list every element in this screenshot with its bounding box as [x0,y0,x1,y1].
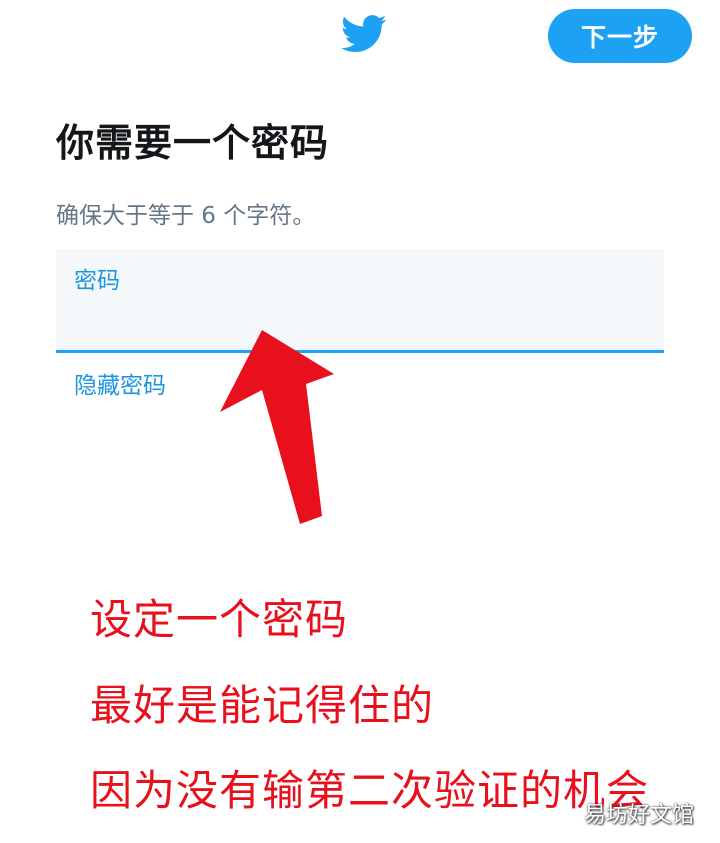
page-title: 你需要一个密码 [56,121,330,165]
password-label: 密码 [74,268,120,294]
annotation-line-2: 最好是能记得住的 [90,681,435,730]
password-field[interactable]: 密码 [56,249,664,353]
twitter-bird-icon [341,15,387,52]
subtitle: 确保大于等于 6 个字符。 [56,203,316,229]
red-arrow-up-icon [220,330,334,524]
watermark: 易坊好文馆 [583,803,694,828]
annotation-line-1: 设定一个密码 [90,595,349,644]
next-button[interactable]: 下一步 [548,9,692,63]
annotation-line-3: 因为没有输第二次验证的机会 [90,766,650,815]
hide-password-link[interactable]: 隐藏密码 [74,366,166,400]
password-input[interactable] [72,299,646,341]
